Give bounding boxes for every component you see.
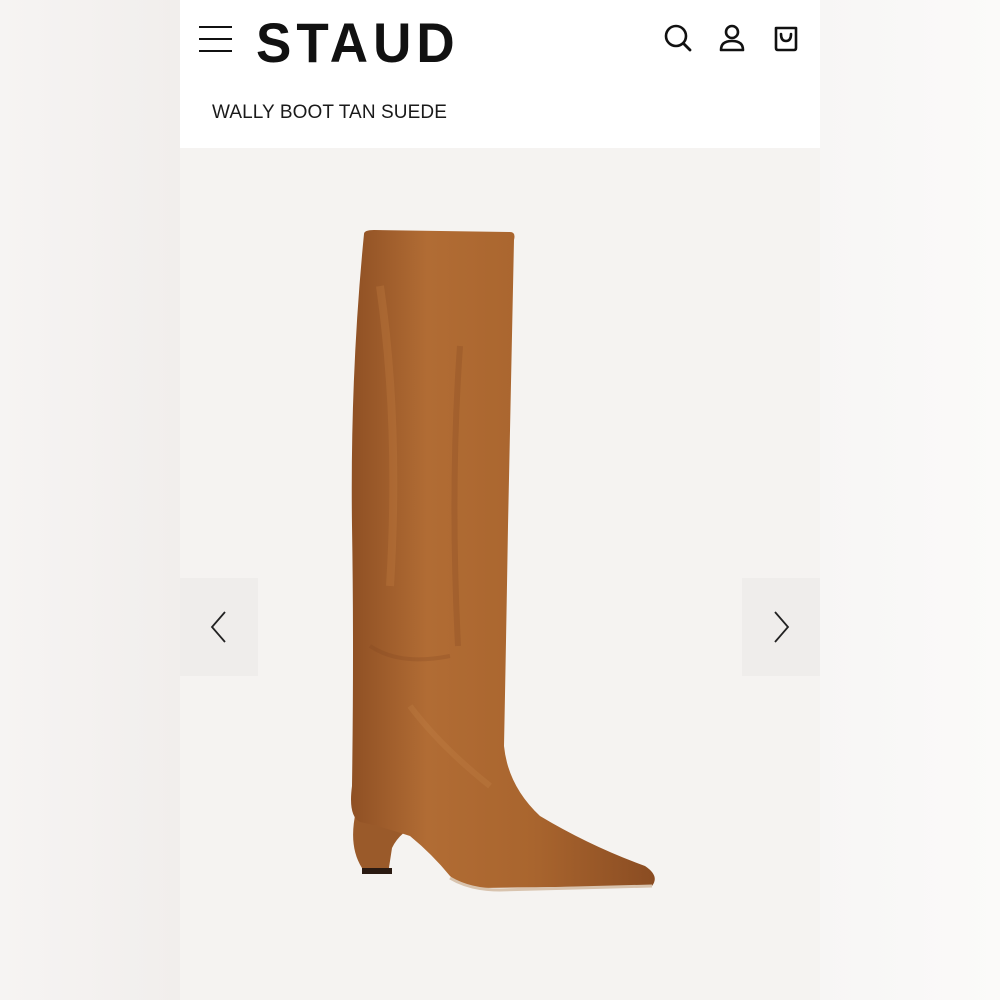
product-title: WALLY BOOT TAN SUEDE [212,102,447,123]
left-backdrop [0,0,180,1000]
product-page: STAUD WALLY BOOT TAN SUEDE [180,0,820,1000]
brand-logo[interactable]: STAUD [256,13,460,76]
hamburger-menu-icon[interactable] [199,24,233,54]
right-backdrop [820,0,1000,1000]
next-image-button[interactable] [742,578,820,676]
product-image-gallery [180,148,820,1000]
chevron-right-icon [774,611,790,643]
chevron-left-icon [210,611,226,643]
shopping-bag-icon[interactable] [770,22,802,54]
search-icon[interactable] [662,22,694,54]
site-header: STAUD WALLY BOOT TAN SUEDE [180,0,820,148]
user-icon[interactable] [716,22,748,54]
previous-image-button[interactable] [180,578,258,676]
product-image [351,230,655,892]
